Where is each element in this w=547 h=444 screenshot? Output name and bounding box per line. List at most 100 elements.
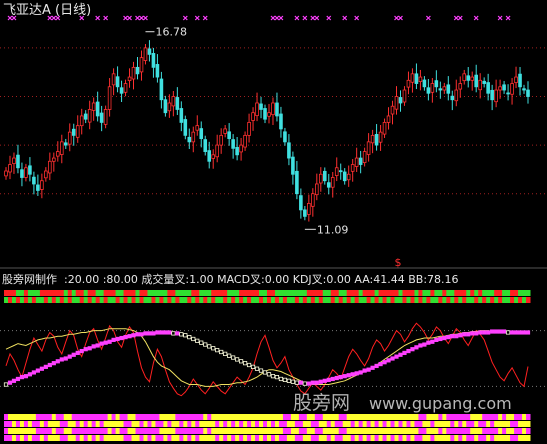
bottom-band-2-120: [482, 428, 487, 434]
bottom-band-3-1: [7, 435, 13, 441]
band-mid-91: [366, 297, 372, 303]
bottom-band-1-116: [466, 421, 471, 427]
candle-body-44: [179, 108, 184, 123]
band-top-9: [39, 290, 45, 296]
band-mid-12: [51, 297, 57, 303]
bottom-band-3-87: [350, 435, 356, 441]
ind-square-34: [139, 332, 144, 337]
band-top-35: [143, 290, 148, 296]
bottom-band-3-67: [270, 435, 276, 441]
ind-square-82: [330, 376, 335, 382]
band-mid-104: [418, 297, 423, 303]
bottom-band-2-2: [11, 428, 17, 434]
bottom-band-2-46: [187, 428, 192, 434]
bottom-band-2-129: [518, 428, 523, 434]
bottom-band-0-112: [450, 414, 455, 420]
band-top-69: [278, 290, 284, 296]
bottom-band-1-7: [31, 421, 37, 427]
candle-body-123: [494, 89, 498, 103]
bottom-band-1-101: [406, 421, 411, 427]
candle-body-96: [386, 115, 391, 123]
watermark-url: www.gupang.com: [369, 394, 512, 413]
bottom-band-0-61: [247, 414, 252, 420]
candle-body-80: [322, 170, 327, 182]
indicator-values: :20.00 :80.00 成交量叉:1.00 MACD叉:0.00 KDJ叉:…: [64, 272, 459, 286]
bottom-band-1-54: [219, 421, 224, 427]
bottom-band-0-37: [151, 414, 156, 420]
band-mid-10: [43, 297, 49, 303]
ind-square-86: [346, 373, 351, 378]
bottom-band-2-41: [167, 428, 172, 434]
candle-body-55: [223, 128, 227, 134]
candle-body-71: [287, 142, 291, 159]
candle-body-61: [247, 122, 251, 136]
candle-body-59: [239, 144, 243, 153]
candle-body-56: [227, 131, 231, 140]
bottom-band-3-6: [27, 435, 33, 441]
ind-square-110: [442, 335, 447, 341]
bottom-band-2-6: [27, 428, 33, 434]
band-mid-117: [470, 297, 475, 303]
bottom-band-0-70: [282, 414, 288, 420]
band-mid-122: [490, 297, 495, 303]
band-mid-124: [498, 297, 503, 303]
band-top-117: [470, 290, 475, 296]
band-top-53: [215, 290, 220, 296]
ind-square-101: [406, 348, 411, 354]
bottom-band-3-17: [71, 435, 77, 441]
bottom-band-0-65: [263, 414, 268, 420]
bottom-band-0-25: [103, 414, 109, 420]
ind-square-55: [223, 351, 228, 356]
ind-square-117: [470, 331, 475, 336]
ind-square-20: [83, 347, 88, 352]
bottom-band-0-105: [422, 414, 427, 420]
bottom-band-2-4: [19, 428, 25, 434]
band-top-95: [382, 290, 388, 296]
bottom-band-1-89: [358, 421, 364, 427]
bottom-band-2-12: [51, 428, 57, 434]
bottom-band-0-67: [270, 414, 276, 420]
ind-square-27: [111, 337, 116, 343]
band-mid-127: [510, 297, 515, 303]
bottom-band-3-102: [410, 435, 415, 441]
high-price-annotation: 16.78: [155, 26, 187, 39]
bottom-band-1-130: [522, 421, 527, 427]
candle-body-37: [151, 53, 156, 68]
candle-body-34: [139, 57, 144, 73]
candle-body-39: [159, 78, 164, 101]
bottom-band-0-28: [115, 414, 121, 420]
bottom-band-0-81: [326, 414, 332, 420]
bottom-band-0-97: [390, 414, 396, 420]
bottom-band-1-104: [418, 421, 423, 427]
band-mid-110: [442, 297, 447, 303]
bottom-band-2-87: [350, 428, 356, 434]
ind-square-84: [338, 374, 343, 380]
band-top-120: [482, 290, 487, 296]
band-mid-77: [310, 297, 316, 303]
bottom-band-3-71: [286, 435, 292, 441]
candle-body-64: [259, 103, 263, 110]
ind-square-128: [513, 330, 519, 335]
band-mid-101: [406, 297, 411, 303]
bottom-band-2-43: [175, 428, 180, 434]
band-top-87: [350, 290, 356, 296]
band-mid-114: [458, 297, 463, 303]
band-top-93: [374, 290, 380, 296]
band-mid-125: [502, 297, 507, 303]
band-top-30: [123, 290, 129, 296]
bottom-band-3-39: [159, 435, 164, 441]
bottom-band-2-37: [151, 428, 156, 434]
candle-body-47: [191, 131, 196, 143]
band-top-129: [518, 290, 523, 296]
band-top-101: [406, 290, 411, 296]
bottom-band-0-2: [11, 414, 17, 420]
bottom-band-0-13: [55, 414, 61, 420]
bottom-band-1-6: [27, 421, 33, 427]
band-top-60: [243, 290, 248, 296]
ind-square-49: [199, 340, 204, 345]
band-mid-29: [119, 297, 125, 303]
bottom-band-3-69: [278, 435, 284, 441]
bottom-band-2-10: [43, 428, 49, 434]
ind-square-127: [509, 330, 515, 335]
band-mid-25: [103, 297, 109, 303]
